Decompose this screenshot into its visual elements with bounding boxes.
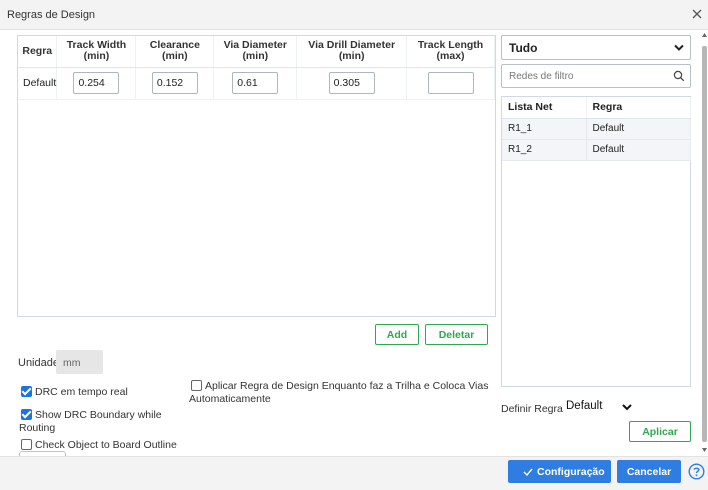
net-list-panel: Lista Net Regra R1_1 Default R1_2 Defaul… (501, 96, 691, 387)
table-row[interactable]: Default (18, 67, 495, 100)
check-board-outline-option[interactable]: Check Object to Board Outline (21, 439, 177, 451)
drc-realtime-label: DRC em tempo real (35, 386, 128, 398)
apply-rule-auto-option[interactable]: Aplicar Regra de Design Enquanto faz a T… (191, 380, 488, 392)
chevron-down-icon (674, 44, 684, 51)
net-rule-cell: Default (586, 118, 691, 140)
dialog-titlebar: Regras de Design (0, 0, 708, 30)
via-drill-diameter-input[interactable] (328, 72, 375, 94)
net-rule-cell: Default (586, 139, 691, 161)
dialog-title: Regras de Design (7, 9, 96, 21)
define-rule-label: Definir Regra (501, 403, 563, 415)
add-button[interactable]: Add (375, 324, 419, 345)
header-rule: Regra (18, 36, 58, 68)
unit-field: mm (56, 350, 103, 374)
net-table: Lista Net Regra R1_1 Default R1_2 Defaul… (502, 97, 691, 161)
net-search-field[interactable]: Redes de filtro (501, 64, 691, 88)
net-name-cell: R1_2 (502, 139, 587, 161)
apply-rule-auto-label-line1: Aplicar Regra de Design Enquanto faz a T… (205, 380, 489, 392)
net-header-row: Lista Net Regra (502, 97, 691, 119)
checkbox-unchecked-icon[interactable] (21, 439, 32, 450)
header-clearance: Clearance (min) (135, 36, 215, 68)
drc-realtime-option[interactable]: DRC em tempo real (21, 386, 128, 398)
checkbox-checked-icon[interactable] (21, 409, 32, 420)
config-button[interactable]: Configuração (508, 460, 611, 483)
header-net-rule: Regra (586, 97, 691, 119)
net-filter-value: Tudo (509, 41, 538, 55)
delete-button[interactable]: Deletar (425, 324, 488, 345)
apply-rule-auto-label-line2: Automaticamente (189, 393, 271, 405)
header-track-width: Track Width (min) (56, 36, 137, 68)
apply-button[interactable]: Aplicar (629, 421, 691, 442)
net-search-placeholder: Redes de filtro (509, 71, 574, 82)
search-icon[interactable] (673, 70, 685, 82)
scroll-down-icon[interactable] (701, 446, 708, 454)
via-diameter-input[interactable] (232, 72, 279, 94)
show-drc-boundary-label-line2: Routing (19, 422, 56, 434)
table-row[interactable]: R1_2 Default (502, 139, 691, 161)
rules-table: Regra Track Width (min) Clearance (min) Vi… (18, 36, 495, 100)
header-via-diameter: Via Diameter (min) (213, 36, 298, 68)
define-rule-select[interactable]: Default (560, 396, 637, 418)
checkbox-checked-icon[interactable] (21, 386, 32, 397)
chevron-down-icon (622, 404, 632, 411)
checkbox-unchecked-icon[interactable] (191, 380, 202, 391)
close-icon[interactable] (690, 7, 704, 21)
scroll-up-icon[interactable] (701, 31, 708, 39)
header-track-length: Track Length (max) (406, 36, 495, 68)
show-drc-boundary-option[interactable]: Show DRC Boundary while (21, 409, 162, 421)
track-width-input[interactable] (73, 72, 120, 94)
show-drc-boundary-label-line1: Show DRC Boundary while (35, 409, 162, 421)
unit-label: Unidade (18, 357, 59, 369)
clearance-input[interactable] (151, 72, 198, 94)
rules-panel: Regra Track Width (min) Clearance (min) Vi… (17, 35, 496, 317)
cancel-button[interactable]: Cancelar (617, 460, 681, 483)
net-filter-select[interactable]: Tudo (501, 35, 691, 60)
table-row[interactable]: R1_1 Default (502, 118, 691, 140)
define-rule-value: Default (566, 400, 603, 412)
header-net-list: Lista Net (502, 97, 587, 119)
net-name-cell: R1_1 (502, 118, 587, 140)
rule-name-cell: Default (18, 67, 58, 100)
check-board-outline-label: Check Object to Board Outline (35, 439, 177, 451)
track-length-input[interactable] (427, 72, 474, 94)
header-via-drill-diameter: Via Drill Diameter (min) (296, 36, 408, 68)
help-icon[interactable] (688, 463, 705, 480)
rules-header-row: Regra Track Width (min) Clearance (min) Vi… (18, 36, 495, 68)
config-button-label: Configuração (537, 466, 605, 478)
dialog-scrollbar[interactable] (701, 30, 708, 455)
scrollbar-thumb[interactable] (702, 46, 707, 442)
check-icon (523, 468, 533, 476)
